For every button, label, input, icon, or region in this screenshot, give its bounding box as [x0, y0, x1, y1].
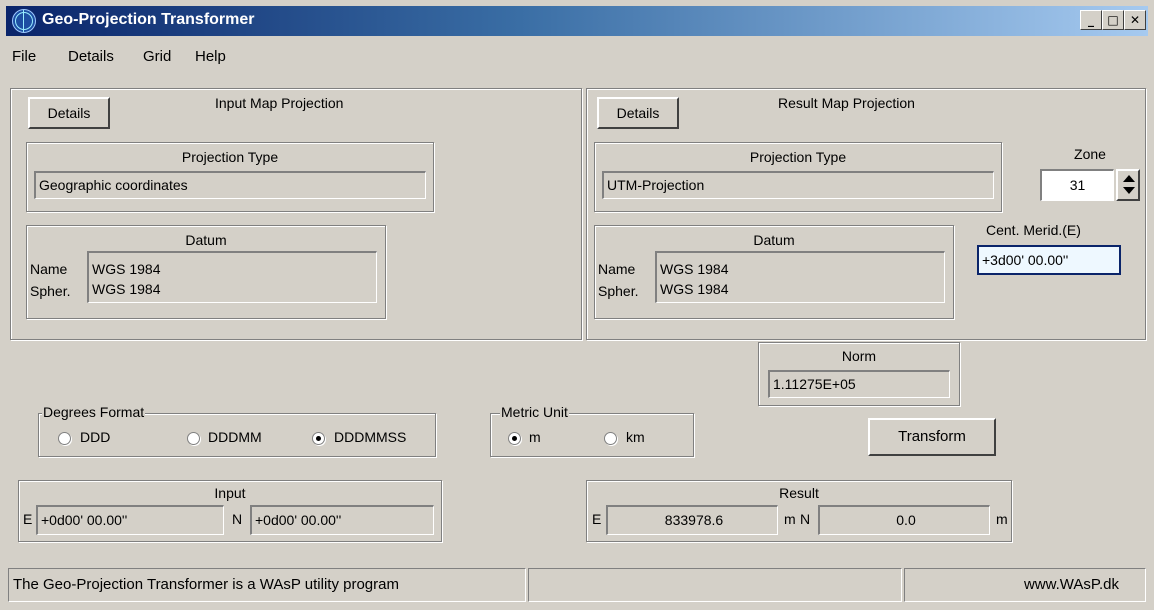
zone-label: Zone — [1074, 146, 1106, 162]
metric-unit-title: Metric Unit — [500, 404, 569, 420]
status-message: The Geo-Projection Transformer is a WAsP… — [8, 568, 526, 602]
input-details-button[interactable]: Details — [28, 97, 110, 129]
result-coords-title: Result — [779, 485, 819, 501]
radio-ddd-label[interactable]: DDD — [80, 429, 110, 445]
close-button[interactable]: ✕ — [1124, 10, 1146, 30]
result-details-button[interactable]: Details — [597, 97, 679, 129]
radio-km[interactable] — [604, 432, 617, 445]
degrees-format-title: Degrees Format — [42, 404, 146, 420]
radio-dddmmss-label[interactable]: DDDMMSS — [334, 429, 406, 445]
radio-dddmmss[interactable] — [312, 432, 325, 445]
minimize-button[interactable]: _ — [1080, 10, 1102, 30]
result-datum-field: WGS 1984 WGS 1984 — [655, 251, 945, 303]
menu-grid[interactable]: Grid — [143, 48, 171, 65]
norm-title: Norm — [841, 348, 877, 364]
zone-spinner[interactable] — [1116, 169, 1140, 201]
result-datum-spheroid: WGS 1984 — [660, 281, 729, 297]
result-n-unit: m — [996, 511, 1008, 527]
input-datum-spheroid: WGS 1984 — [92, 281, 161, 297]
globe-icon — [12, 9, 36, 33]
cent-merid-label: Cent. Merid.(E) — [986, 222, 1081, 238]
title-bar[interactable]: Geo-Projection Transformer _ □ ✕ — [6, 6, 1148, 36]
spin-up-icon[interactable] — [1123, 175, 1135, 182]
result-e-field: 833978.6 — [606, 505, 778, 535]
result-datum-name: WGS 1984 — [660, 261, 729, 277]
norm-field: 1.11275E+05 — [768, 370, 950, 398]
input-n-field[interactable]: +0d00' 00.00'' — [250, 505, 434, 535]
input-datum-field: WGS 1984 WGS 1984 — [87, 251, 377, 303]
transform-button[interactable]: Transform — [868, 418, 996, 456]
result-projection-title: Result Map Projection — [778, 95, 915, 111]
result-e-label: E — [592, 511, 602, 527]
radio-dddmm-label[interactable]: DDDMM — [208, 429, 262, 445]
input-projection-type-field: Geographic coordinates — [34, 171, 426, 199]
radio-m[interactable] — [508, 432, 521, 445]
input-datum-spheroid-label: Spher. — [30, 283, 71, 299]
input-projection-title: Input Map Projection — [215, 95, 344, 111]
input-coords-title: Input — [214, 485, 246, 501]
input-datum-name-label: Name — [30, 261, 68, 277]
input-e-label: E — [23, 511, 33, 527]
result-projection-type-field: UTM-Projection — [602, 171, 994, 199]
spin-down-icon[interactable] — [1123, 187, 1135, 194]
result-e-unit: m — [784, 511, 796, 527]
zone-input[interactable]: 31 — [1040, 169, 1114, 201]
input-e-field[interactable]: +0d00' 00.00'' — [36, 505, 224, 535]
result-n-label: N — [800, 511, 811, 527]
radio-m-label[interactable]: m — [529, 429, 541, 445]
menu-file[interactable]: File — [12, 48, 36, 65]
result-datum-title: Datum — [753, 232, 795, 248]
radio-km-label[interactable]: km — [626, 429, 645, 445]
input-datum-name: WGS 1984 — [92, 261, 161, 277]
input-projection-type-title: Projection Type — [181, 149, 279, 165]
radio-dddmm[interactable] — [187, 432, 200, 445]
radio-ddd[interactable] — [58, 432, 71, 445]
status-middle — [528, 568, 902, 602]
main-window: Geo-Projection Transformer _ □ ✕ File De… — [0, 0, 1154, 610]
result-projection-type-title: Projection Type — [749, 149, 847, 165]
menu-details[interactable]: Details — [68, 48, 114, 65]
cent-merid-input[interactable]: +3d00' 00.00'' — [977, 245, 1121, 275]
input-datum-title: Datum — [185, 232, 227, 248]
window-title: Geo-Projection Transformer — [42, 11, 255, 28]
result-n-field: 0.0 — [818, 505, 990, 535]
status-website: www.WAsP.dk — [904, 568, 1146, 602]
maximize-button[interactable]: □ — [1102, 10, 1124, 30]
result-datum-spheroid-label: Spher. — [598, 283, 639, 299]
result-datum-name-label: Name — [598, 261, 636, 277]
input-n-label: N — [232, 511, 243, 527]
menu-help[interactable]: Help — [195, 48, 226, 65]
